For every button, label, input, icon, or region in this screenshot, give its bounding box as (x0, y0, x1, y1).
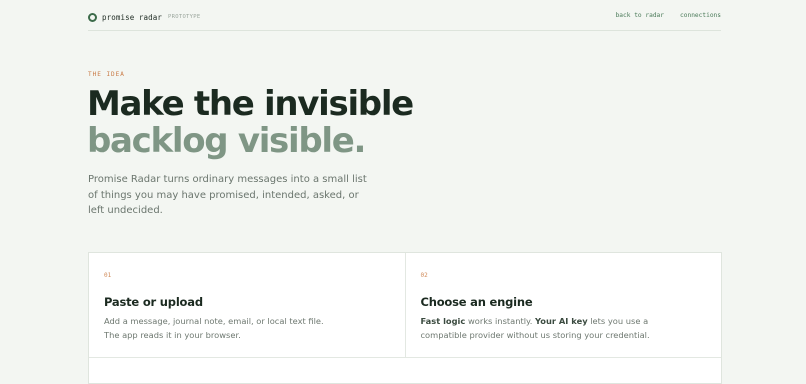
back-to-radar-link[interactable]: back to radar (616, 12, 664, 19)
description-text: works instantly. (465, 316, 536, 326)
top-bar: promise radar PROTOTYPE back to radar co… (88, 0, 721, 31)
step-card-paste: 01 Paste or upload Add a message, journa… (89, 253, 405, 358)
top-nav: back to radar connections (616, 12, 721, 19)
radar-logo-icon (88, 12, 97, 22)
prototype-badge: PROTOTYPE (168, 14, 201, 20)
step-title: Choose an engine (420, 295, 533, 309)
step-number: 01 (104, 272, 112, 279)
step-title: Paste or upload (104, 295, 203, 309)
step-description: Fast logic works instantly. Your AI key … (421, 315, 651, 342)
page: promise radar PROTOTYPE back to radar co… (0, 0, 806, 384)
step-description: Add a message, journal note, email, or l… (104, 316, 324, 340)
step-card-engine: 02 Choose an engine Fast logic works ins… (404, 253, 721, 358)
connections-link[interactable]: connections (680, 12, 721, 19)
steps-grid: 01 Paste or upload Add a message, journa… (88, 252, 722, 384)
section-eyebrow: THE IDEA (88, 71, 125, 78)
fast-logic-term: Fast logic (420, 316, 466, 326)
step-number: 02 (420, 272, 428, 279)
hero-headline: Make the invisible backlog visible. (87, 84, 414, 161)
brand[interactable]: promise radar PROTOTYPE (88, 11, 201, 23)
headline-line-2: backlog visible. (87, 121, 366, 161)
brand-name: promise radar (102, 12, 162, 22)
hero-intro: Promise Radar turns ordinary messages in… (88, 174, 367, 217)
headline-line-1: Make the invisible (87, 84, 414, 124)
ai-key-term: Your AI key (535, 316, 588, 326)
